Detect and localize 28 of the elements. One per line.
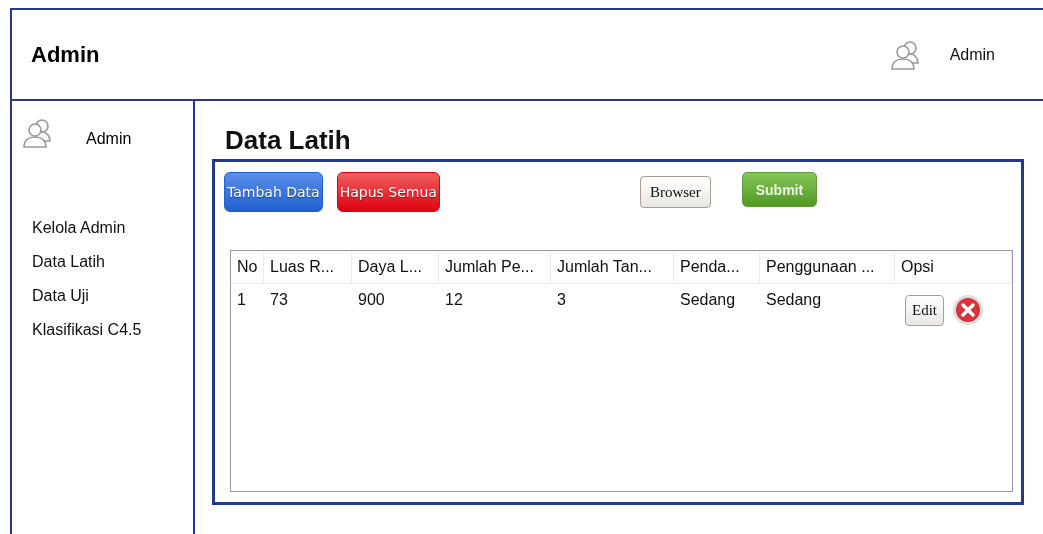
table-cell-text: 1 [236, 291, 247, 309]
browse-button[interactable]: Browser [639, 176, 711, 208]
table-cell-text: 900 [357, 291, 386, 309]
column-header: No [231, 251, 264, 283]
table-cell-text: Sedang [679, 291, 737, 309]
app-title: Admin [31, 41, 100, 68]
column-header: Daya L... [352, 251, 439, 283]
user-name: Admin [949, 45, 995, 64]
delete-all-button[interactable]: Hapus Semua [336, 172, 440, 212]
delete-icon[interactable] [952, 294, 984, 326]
sidebar-link[interactable]: Klasifikasi C4.5 [32, 319, 193, 341]
column-header: Opsi [895, 251, 1012, 283]
table-cell-text: 12 [444, 291, 464, 309]
table-cell-text: Sedang [765, 291, 823, 309]
edit-button[interactable]: Edit [905, 294, 944, 326]
column-header: Penggunaan ... [760, 251, 895, 283]
sidebar-user-name: Admin [86, 130, 132, 148]
sidebar-link[interactable]: Kelola Admin [32, 217, 193, 239]
page-title: Data Latih [225, 125, 352, 156]
column-header: Luas R... [264, 251, 352, 283]
table-cell-text: 3 [556, 291, 567, 309]
column-header: Jumlah Pe... [439, 251, 551, 283]
add-data-button[interactable]: Tambah Data [224, 172, 323, 212]
sidebar-link[interactable]: Data Latih [32, 251, 193, 273]
table-cell-text: 73 [269, 291, 289, 309]
sidebar-link[interactable]: Data Uji [32, 285, 193, 307]
column-header: Penda... [674, 251, 760, 283]
column-header: Jumlah Tan... [551, 251, 674, 283]
